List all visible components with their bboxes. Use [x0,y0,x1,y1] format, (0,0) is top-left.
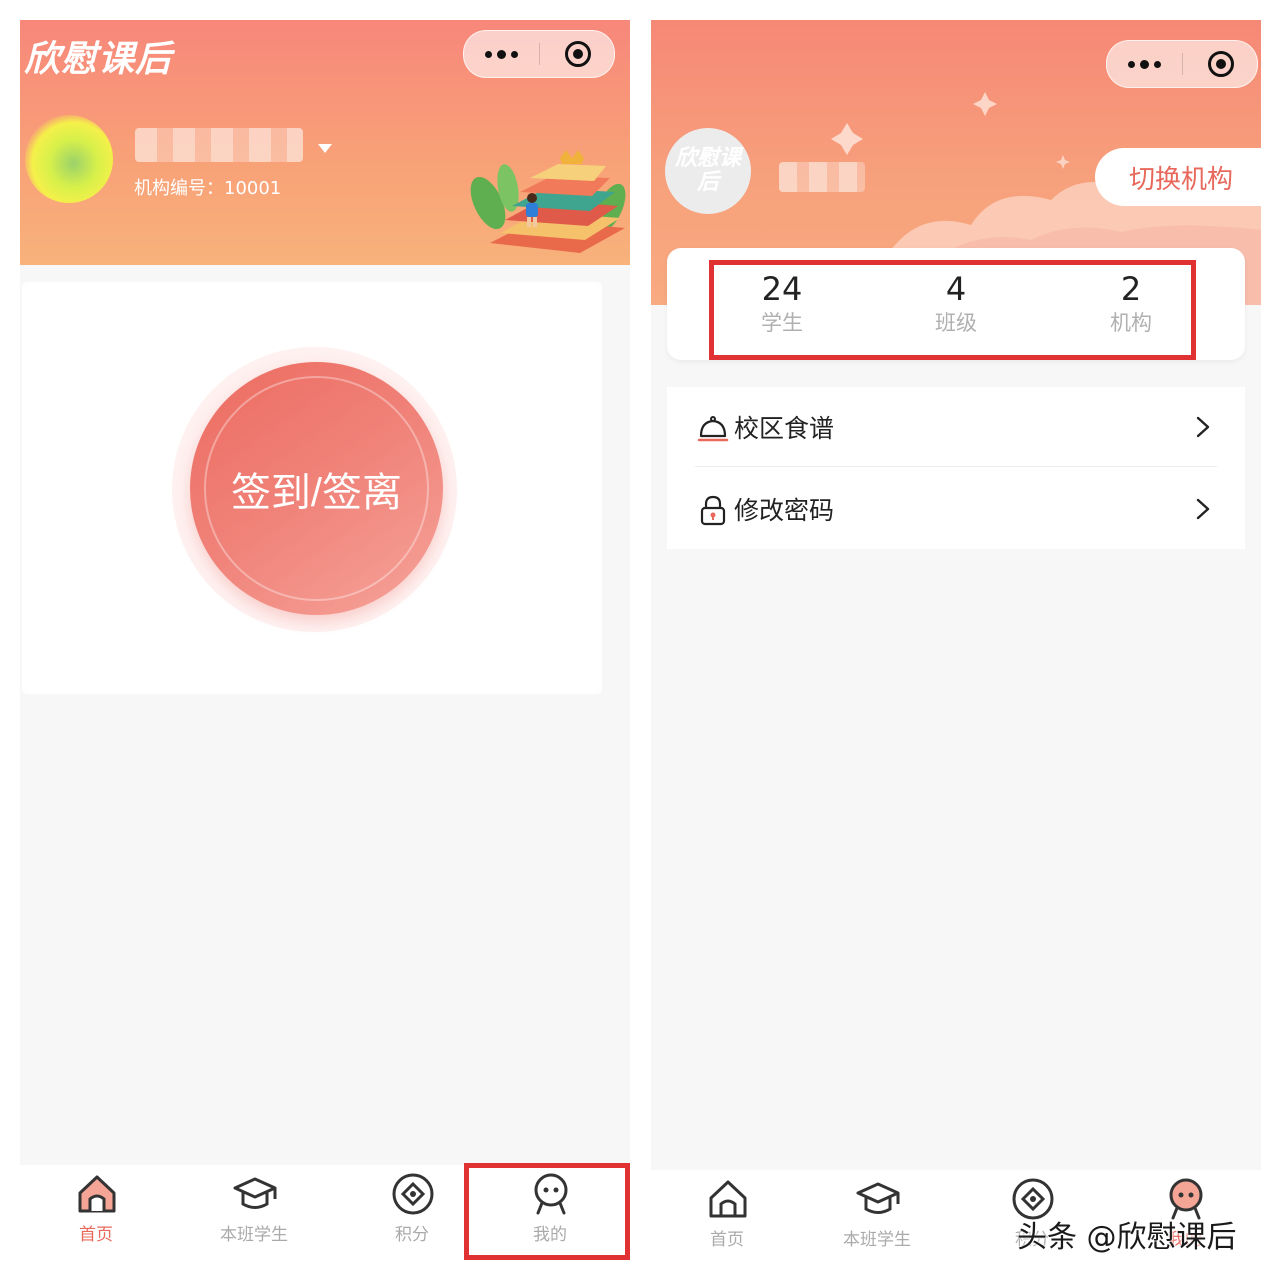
capsule-divider [1182,53,1183,75]
dot-icon [510,50,518,58]
settings-menu: 校区食谱 修改密码 [667,387,1245,549]
switch-org-button[interactable]: 切换机构 [1095,148,1261,206]
menu-item-label: 修改密码 [734,496,835,525]
user-name-obscured [135,128,303,162]
dot-icon [496,49,506,59]
tab-home[interactable]: 首页 [20,1165,172,1260]
menu-item-change-password[interactable]: 修改密码 [667,469,1245,549]
dot-icon [484,50,492,58]
more-menu-button[interactable] [1107,41,1181,87]
tab-class-students[interactable]: 本班学生 [801,1170,953,1260]
highlight-box-stats [709,260,1196,360]
points-coin-icon [392,1173,434,1215]
highlight-box-mine-tab [464,1163,630,1260]
tab-label: 首页 [710,1230,744,1250]
org-logo: 欣慰课后 [665,128,751,214]
close-mini-program-icon[interactable] [1208,51,1234,77]
graduation-cap-icon [233,1177,277,1209]
graduation-cap-icon [856,1182,900,1214]
capsule-divider [539,43,540,65]
menu-divider [695,466,1217,467]
mini-program-capsule [1106,40,1258,88]
close-mini-program-icon[interactable] [565,41,591,67]
dot-icon [1139,59,1149,69]
food-cloche-icon [697,416,729,442]
checkin-label: 签到/签离 [204,376,429,601]
home-icon [78,1175,116,1213]
tab-label: 首页 [79,1225,113,1245]
chevron-right-icon [1196,416,1210,438]
tab-label: 本班学生 [843,1230,911,1250]
right-screen: 欣慰课后 切换机构 24 学生 4 班级 2 机构 校区食谱 修改密码 首页 本… [651,20,1261,1260]
home-icon [709,1180,747,1218]
menu-item-label: 校区食谱 [734,414,835,443]
dropdown-caret-icon[interactable] [318,144,332,153]
dot-icon [1127,60,1135,68]
user-avatar[interactable] [25,115,113,203]
org-name-obscured [779,162,865,192]
left-screen: 欣慰课后 机构编号：10001 签到/签离 首页 本班学生 积分 我的 [20,20,630,1260]
app-logo: 欣慰课后 [24,39,173,80]
mini-program-capsule [463,30,615,78]
checkin-card: 签到/签离 [22,282,602,694]
books-illustration [470,150,626,253]
org-number: 机构编号：10001 [134,178,282,199]
chevron-right-icon [1196,498,1210,520]
menu-item-campus-menu[interactable]: 校区食谱 [667,387,1245,467]
tab-label: 本班学生 [220,1225,288,1245]
tab-class-students[interactable]: 本班学生 [178,1165,330,1260]
checkin-checkout-button[interactable]: 签到/签离 [190,362,443,615]
watermark: 头条 @欣慰课后 [1017,1220,1237,1255]
lock-icon [700,495,726,526]
dot-icon [1153,60,1161,68]
home-header: 欣慰课后 机构编号：10001 [20,20,630,265]
more-menu-button[interactable] [464,31,538,77]
tab-home[interactable]: 首页 [651,1170,803,1260]
